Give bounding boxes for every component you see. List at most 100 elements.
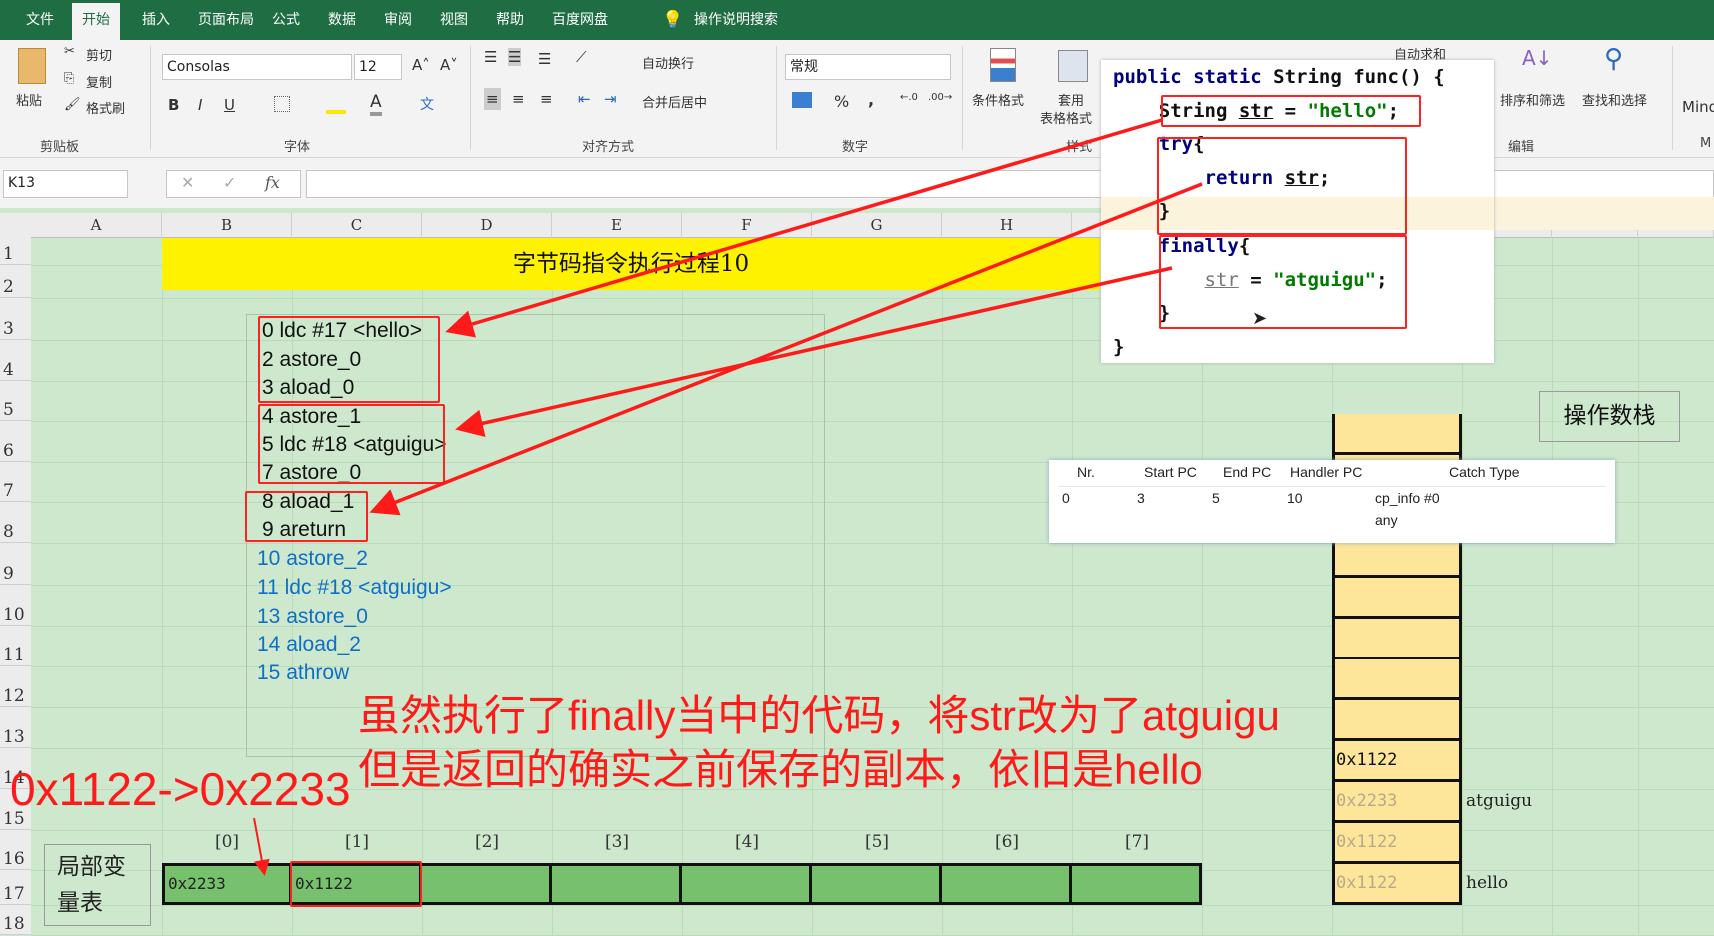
align-middle-icon[interactable]: ☰ bbox=[508, 48, 522, 66]
exception-table-cell: any bbox=[1375, 512, 1398, 528]
mouse-cursor-icon: ➤ bbox=[1252, 308, 1268, 329]
row-header-1[interactable]: 1 bbox=[0, 238, 31, 265]
format-table-icon[interactable] bbox=[1058, 50, 1088, 82]
column-header-D[interactable]: D bbox=[422, 213, 552, 238]
row-header-8[interactable]: 8 bbox=[0, 502, 31, 543]
enter-icon[interactable]: ✓ bbox=[223, 171, 236, 195]
exception-table: Nr. Start PC End PC Handler PC Catch Type 0 3 5… bbox=[1049, 460, 1615, 543]
bold-button[interactable]: B bbox=[168, 96, 179, 114]
column-header-B[interactable]: B bbox=[162, 213, 292, 238]
font-size-select[interactable]: 12 bbox=[354, 54, 402, 80]
find-select-button[interactable]: 查找和选择 bbox=[1582, 90, 1647, 109]
highlight-box bbox=[258, 404, 445, 484]
increase-decimal-icon[interactable]: ←.0 bbox=[900, 92, 918, 103]
row-header-12[interactable]: 12 bbox=[0, 666, 31, 707]
menu-tab[interactable]: 开始 bbox=[72, 3, 120, 40]
italic-button[interactable]: I bbox=[198, 96, 202, 114]
shrink-font-icon[interactable]: A˅ bbox=[440, 56, 458, 74]
row-header-16[interactable]: 16 bbox=[0, 830, 31, 870]
decrease-decimal-icon[interactable]: .00→ bbox=[928, 92, 952, 103]
increase-indent-icon[interactable]: ⇥ bbox=[604, 90, 617, 108]
border-icon[interactable] bbox=[274, 96, 290, 112]
grow-font-icon[interactable]: A˄ bbox=[412, 56, 430, 74]
comma-button[interactable]: , bbox=[868, 90, 874, 109]
percent-button[interactable]: % bbox=[834, 92, 849, 111]
menu-tab[interactable]: 插入 bbox=[142, 0, 170, 40]
gridline bbox=[31, 905, 1714, 906]
group-label-styles: 样式 bbox=[1066, 140, 1093, 155]
merge-center-button[interactable]: 合并后居中 bbox=[642, 92, 707, 111]
row-header-7[interactable]: 7 bbox=[0, 462, 31, 502]
format-painter-button[interactable]: 格式刷 bbox=[86, 98, 125, 117]
local-var-slot bbox=[552, 863, 682, 905]
align-left-icon[interactable]: ≡ bbox=[484, 88, 501, 110]
sort-filter-button[interactable]: 排序和筛选 bbox=[1500, 90, 1565, 109]
align-top-icon[interactable]: ☰ bbox=[484, 48, 497, 66]
operand-stack-label: 操作数栈 bbox=[1539, 391, 1680, 442]
paste-icon[interactable] bbox=[18, 48, 46, 84]
row-header-17[interactable]: 17 bbox=[0, 870, 31, 905]
orientation-icon[interactable]: ⟋ bbox=[576, 48, 587, 66]
column-header-C[interactable]: C bbox=[292, 213, 422, 238]
underline-button[interactable]: U bbox=[224, 96, 235, 114]
menu-tab[interactable]: 文件 bbox=[26, 0, 54, 40]
column-header-A[interactable]: A bbox=[31, 213, 162, 238]
cut-button[interactable]: 剪切 bbox=[86, 45, 112, 64]
paste-button[interactable]: 粘贴 bbox=[16, 90, 42, 109]
sort-filter-icon[interactable]: A↓ bbox=[1522, 46, 1552, 70]
menu-tab[interactable]: 审阅 bbox=[384, 0, 412, 40]
select-all-button[interactable] bbox=[0, 213, 31, 238]
local-vars-label-line1: 局部变 bbox=[57, 854, 126, 880]
row-header-10[interactable]: 10 bbox=[0, 585, 31, 626]
row-header-4[interactable]: 4 bbox=[0, 340, 31, 381]
column-header-G[interactable]: G bbox=[812, 213, 942, 238]
align-bottom-icon[interactable]: ☰ bbox=[538, 50, 551, 68]
align-right-icon[interactable]: ≡ bbox=[540, 90, 553, 108]
address-change-annotation: 0x1122->0x2233 bbox=[10, 763, 351, 815]
row-header-11[interactable]: 11 bbox=[0, 626, 31, 666]
format-table-button[interactable]: 套用 bbox=[1058, 90, 1084, 109]
conditional-format-button[interactable]: 条件格式 bbox=[972, 90, 1024, 109]
row-header-18[interactable]: 18 bbox=[0, 905, 31, 935]
number-format-select[interactable]: 常规 bbox=[785, 54, 951, 80]
bytecode-line: 10 astore_2 bbox=[257, 547, 368, 570]
column-header-H[interactable]: H bbox=[942, 213, 1072, 238]
menu-tab[interactable]: 百度网盘 bbox=[552, 0, 608, 40]
column-header-E[interactable]: E bbox=[552, 213, 682, 238]
mind-button[interactable]: Mind bbox=[1682, 98, 1714, 116]
row-header-9[interactable]: 9 bbox=[0, 543, 31, 585]
name-box[interactable]: K13 bbox=[3, 170, 128, 198]
formula-input[interactable] bbox=[306, 170, 1714, 198]
row-header-3[interactable]: 3 bbox=[0, 298, 31, 340]
menu-tab[interactable]: 视图 bbox=[440, 0, 468, 40]
row-header-13[interactable]: 13 bbox=[0, 707, 31, 748]
menu-tab[interactable]: 数据 bbox=[328, 0, 356, 40]
menu-tab[interactable]: 公式 bbox=[272, 0, 300, 40]
fx-icon[interactable]: fx bbox=[265, 171, 280, 195]
row-header-6[interactable]: 6 bbox=[0, 421, 31, 462]
row-header-2[interactable]: 2 bbox=[0, 265, 31, 298]
fill-color-icon[interactable] bbox=[326, 96, 346, 114]
row-header-5[interactable]: 5 bbox=[0, 381, 31, 421]
exception-table-cell: cp_info #0 bbox=[1375, 490, 1440, 506]
decrease-indent-icon[interactable]: ⇤ bbox=[578, 90, 591, 108]
copy-button[interactable]: 复制 bbox=[86, 72, 112, 91]
find-select-icon[interactable]: ⚲ bbox=[1604, 44, 1623, 74]
menu-tab[interactable]: 页面布局 bbox=[198, 0, 254, 40]
tell-me-search[interactable]: 操作说明搜索 bbox=[694, 0, 778, 40]
highlight-box bbox=[245, 491, 368, 542]
conditional-format-icon[interactable] bbox=[990, 48, 1016, 82]
font-color-icon[interactable]: A bbox=[370, 92, 382, 116]
stack-side-label: hello bbox=[1466, 872, 1509, 893]
cancel-icon[interactable]: ✕ bbox=[181, 171, 194, 195]
local-var-slot bbox=[1072, 863, 1202, 905]
phonetic-icon[interactable]: 文 bbox=[420, 94, 434, 114]
font-name-select[interactable]: Consolas bbox=[162, 54, 352, 80]
column-header-F[interactable]: F bbox=[682, 213, 812, 238]
align-center-icon[interactable]: ≡ bbox=[512, 90, 525, 108]
local-var-index: [0] bbox=[214, 832, 240, 852]
code-highlight-box bbox=[1161, 95, 1421, 127]
wrap-text-button[interactable]: 自动换行 bbox=[642, 53, 694, 72]
menu-tab[interactable]: 帮助 bbox=[496, 0, 524, 40]
accounting-icon[interactable] bbox=[792, 92, 812, 108]
